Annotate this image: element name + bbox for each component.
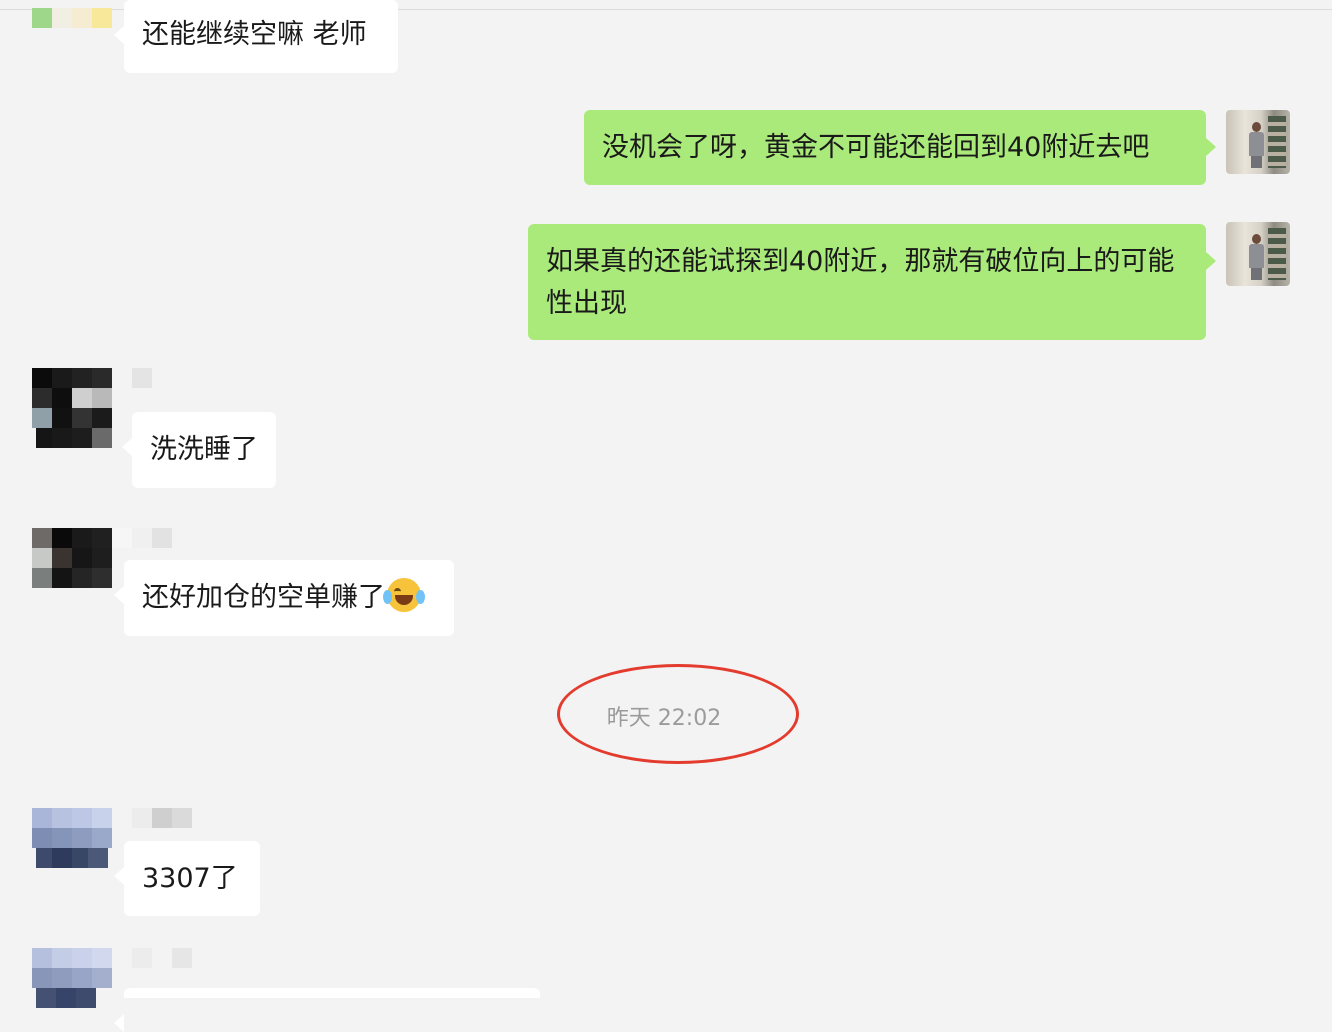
message-text: 还好加仓的空单赚了 (142, 582, 385, 613)
self-avatar[interactable] (1226, 222, 1290, 286)
message-text: 还能继续空嘛 老师 (142, 19, 367, 50)
avatar[interactable] (32, 808, 112, 888)
self-avatar[interactable] (1226, 110, 1290, 174)
message-bubble-outgoing[interactable]: 如果真的还能试探到40附近，那就有破位向上的可能性出现 (528, 224, 1216, 340)
message-bubble-incoming[interactable]: 还能继续空嘛 老师 (114, 0, 398, 73)
message-bubble-incoming[interactable] (114, 988, 540, 1032)
message-text: 洗洗睡了 (150, 434, 258, 465)
message-bubble-incoming[interactable]: 3307了 (114, 841, 260, 916)
sender-name-blurred (132, 808, 192, 828)
message-bubble-incoming[interactable]: 洗洗睡了 (122, 412, 276, 488)
message-bubble-outgoing[interactable]: 没机会了呀，黄金不可能还能回到40附近去吧 (584, 110, 1216, 185)
laughing-crying-emoji-icon (383, 578, 425, 612)
message-text: 3307了 (142, 863, 238, 894)
message-timestamp: 昨天 22:02 (606, 706, 722, 731)
message-text: 如果真的还能试探到40附近，那就有破位向上的可能性出现 (546, 246, 1175, 319)
sender-name-blurred (112, 528, 172, 548)
message-bubble-incoming[interactable]: 还好加仓的空单赚了 (114, 560, 454, 636)
message-text: 没机会了呀，黄金不可能还能回到40附近去吧 (602, 132, 1150, 163)
sender-name-blurred (132, 948, 192, 968)
avatar[interactable] (32, 0, 112, 28)
avatar[interactable] (32, 948, 112, 1028)
avatar[interactable] (32, 528, 112, 608)
sender-name-blurred (132, 368, 152, 388)
avatar[interactable] (32, 368, 112, 448)
